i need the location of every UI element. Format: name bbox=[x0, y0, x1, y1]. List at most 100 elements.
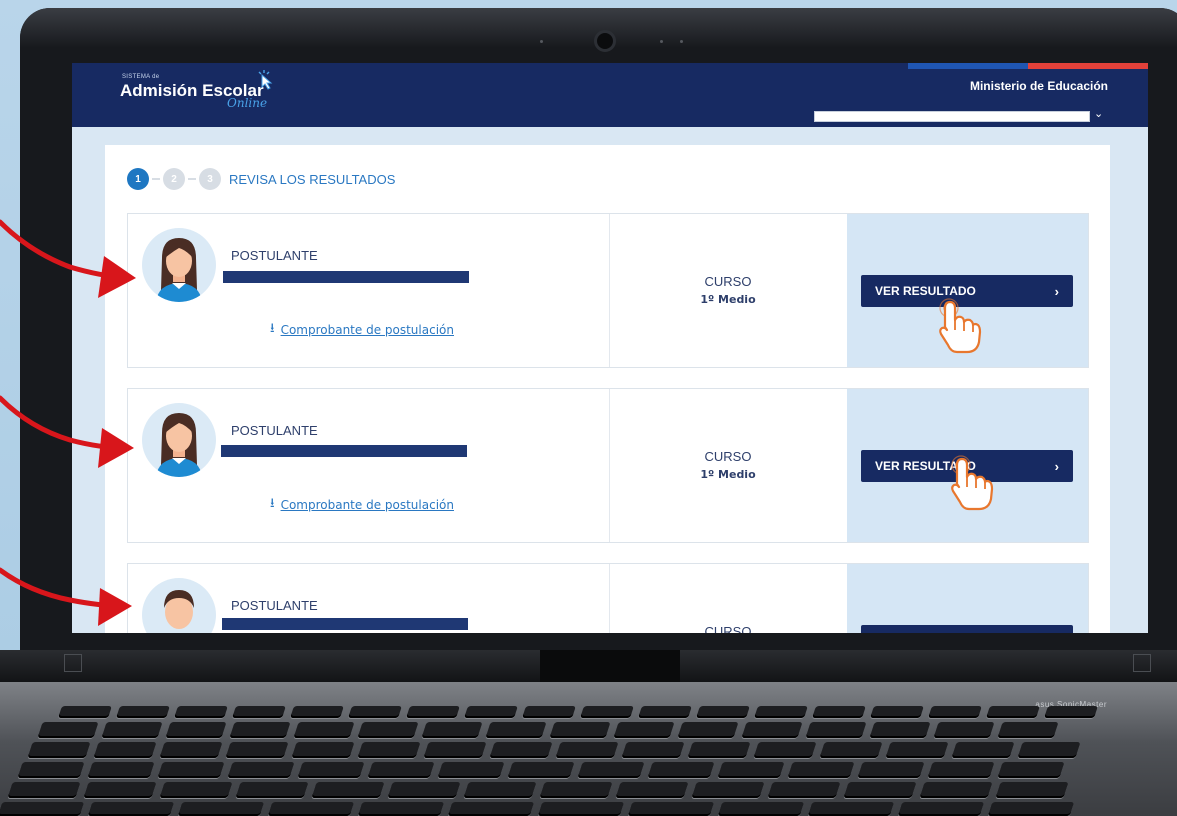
girl-avatar-icon bbox=[142, 403, 216, 477]
keyboard-key bbox=[627, 802, 715, 816]
download-icon: ⭳ bbox=[270, 496, 275, 511]
receipt-download-link[interactable]: ⭳ Comprobante de postulación bbox=[270, 494, 454, 516]
keyboard-key bbox=[555, 742, 619, 758]
keyboard-key bbox=[116, 706, 170, 718]
logo-online-text: Online bbox=[227, 96, 268, 110]
keyboard-key bbox=[421, 722, 483, 738]
keyboard-key bbox=[613, 722, 675, 738]
keyboard-key bbox=[232, 706, 286, 718]
keyboard-key bbox=[919, 782, 993, 798]
keyboard-key bbox=[507, 762, 575, 778]
result-action-cell: VER RESULTADO › bbox=[847, 389, 1088, 542]
step-1: 1 bbox=[127, 168, 149, 190]
keyboard-key bbox=[687, 742, 751, 758]
card-divider bbox=[609, 214, 610, 367]
keyboard-key bbox=[83, 782, 157, 798]
keyboard-key bbox=[423, 742, 487, 758]
speaker-grille bbox=[1133, 654, 1151, 672]
keyboard-key bbox=[577, 762, 645, 778]
hinge-notch bbox=[540, 650, 680, 682]
keyboard-key bbox=[311, 782, 385, 798]
step-progress: 1 2 3 REVISA LOS RESULTADOS bbox=[127, 167, 395, 191]
pointing-hand-icon bbox=[939, 298, 982, 354]
red-arrow-icon bbox=[0, 567, 132, 626]
keyboard-key bbox=[177, 802, 265, 816]
step-divider bbox=[188, 178, 196, 180]
red-arrow-icon bbox=[0, 219, 136, 298]
keyboard-key bbox=[348, 706, 402, 718]
keyboard-key bbox=[27, 742, 91, 758]
keyboard-key bbox=[1044, 706, 1098, 718]
keyboard-key bbox=[741, 722, 803, 738]
flag-stripe bbox=[908, 63, 1148, 69]
keyboard-key bbox=[615, 782, 689, 798]
applicant-label: POSTULANTE bbox=[231, 598, 318, 613]
receipt-link-text[interactable]: Comprobante de postulación bbox=[281, 498, 454, 512]
keyboard-key bbox=[367, 762, 435, 778]
keyboard-key bbox=[447, 802, 535, 816]
step-2: 2 bbox=[163, 168, 185, 190]
keyboard-key bbox=[754, 706, 808, 718]
sensor-dot bbox=[680, 40, 683, 43]
keyboard-key bbox=[7, 782, 81, 798]
keyboard-key bbox=[621, 742, 685, 758]
keyboard-key bbox=[986, 706, 1040, 718]
course-value: 1º Medio bbox=[700, 293, 756, 306]
chevron-down-icon[interactable]: ⌄ bbox=[1094, 107, 1103, 120]
keyboard-key bbox=[357, 802, 445, 816]
keyboard-key bbox=[995, 782, 1069, 798]
keyboard-key bbox=[489, 742, 553, 758]
receipt-link-text[interactable]: Comprobante de postulación bbox=[281, 323, 454, 337]
keyboard-key bbox=[897, 802, 985, 816]
redacted-applicant-name bbox=[221, 445, 467, 457]
receipt-download-link[interactable]: ⭳ Comprobante de postulación bbox=[270, 319, 454, 341]
keyboard-key bbox=[997, 762, 1065, 778]
keyboard-key bbox=[691, 782, 765, 798]
keyboard-key bbox=[885, 742, 949, 758]
keyboard-key bbox=[267, 802, 355, 816]
keyboard-key bbox=[58, 706, 112, 718]
course-label: CURSO bbox=[704, 624, 752, 633]
keyboard-key bbox=[159, 782, 233, 798]
keyboard-key bbox=[537, 802, 625, 816]
keyboard-key bbox=[767, 782, 841, 798]
ministry-name: Ministerio de Educación bbox=[969, 79, 1108, 93]
keyboard-key bbox=[549, 722, 611, 738]
card-divider bbox=[609, 564, 610, 633]
keyboard-key bbox=[677, 722, 739, 738]
step-title: REVISA LOS RESULTADOS bbox=[229, 171, 396, 187]
keyboard-key bbox=[753, 742, 817, 758]
keyboard-key bbox=[987, 802, 1075, 816]
webcam-icon bbox=[594, 30, 616, 52]
keyboard-key bbox=[843, 782, 917, 798]
applicant-card: POSTULANTE CURSO bbox=[127, 563, 1089, 633]
keyboard-key bbox=[696, 706, 750, 718]
results-panel: 1 2 3 REVISA LOS RESULTADOS POSTULANTE ⭳… bbox=[105, 145, 1110, 633]
course-label: CURSO bbox=[704, 449, 752, 464]
keyboard-key bbox=[580, 706, 634, 718]
view-result-button[interactable] bbox=[861, 625, 1073, 633]
keyboard-key bbox=[807, 802, 895, 816]
sensor-dot bbox=[540, 40, 543, 43]
keyboard-key bbox=[485, 722, 547, 738]
course-info: CURSO bbox=[688, 624, 768, 633]
keyboard-key bbox=[870, 706, 924, 718]
keyboard-key bbox=[357, 722, 419, 738]
keyboard-key bbox=[227, 762, 295, 778]
course-info: CURSO 1º Medio bbox=[688, 449, 768, 481]
keyboard-key bbox=[869, 722, 931, 738]
keyboard-key bbox=[157, 762, 225, 778]
keyboard-key bbox=[291, 742, 355, 758]
red-arrow-icon bbox=[0, 395, 134, 468]
keyboard-key bbox=[951, 742, 1015, 758]
keyboard-key bbox=[406, 706, 460, 718]
keyboard-key bbox=[93, 742, 157, 758]
boy-avatar-icon bbox=[142, 578, 216, 633]
user-account-select[interactable] bbox=[814, 111, 1090, 122]
keyboard-key bbox=[297, 762, 365, 778]
keyboard-key bbox=[717, 762, 785, 778]
redacted-applicant-name bbox=[222, 618, 468, 630]
step-3: 3 bbox=[199, 168, 221, 190]
keyboard-key bbox=[87, 762, 155, 778]
keyboard-key bbox=[522, 706, 576, 718]
